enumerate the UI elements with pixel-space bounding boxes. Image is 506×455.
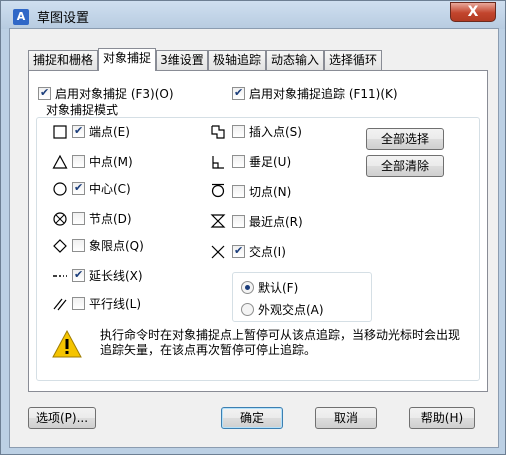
cancel-button[interactable]: 取消 (315, 407, 377, 429)
help-button[interactable]: 帮助(H) (409, 407, 475, 429)
intersection-label: 交点(I) (249, 245, 286, 259)
ok-button[interactable]: 确定 (221, 407, 283, 429)
tab-polar-tracking[interactable]: 极轴追踪 (208, 50, 266, 70)
warning-icon (52, 330, 82, 358)
close-icon: X (467, 4, 479, 20)
title-bar[interactable]: A 草图设置 X (1, 1, 505, 29)
tangent-icon (211, 183, 225, 198)
snap-modes-group-label: 对象捕捉模式 (44, 103, 121, 117)
quadrant-checkbox[interactable] (72, 239, 85, 252)
tab-object-snap[interactable]: 对象捕捉 (98, 48, 156, 71)
perpendicular-label: 垂足(U) (249, 155, 292, 169)
center-checkbox[interactable] (72, 181, 85, 195)
apparent-intersection-radio[interactable] (241, 303, 254, 316)
diamond-quadrant-icon (53, 239, 67, 253)
endpoint-checkbox[interactable] (72, 124, 85, 138)
parallel-label: 平行线(L) (89, 297, 142, 311)
drafting-app-icon: A (13, 9, 29, 25)
tangent-label: 切点(N) (249, 185, 292, 199)
triangle-midpoint-icon (52, 154, 68, 169)
node-label: 节点(D) (89, 212, 132, 226)
node-icon (53, 212, 67, 226)
extension-checkbox[interactable] (72, 268, 85, 282)
nearest-checkbox[interactable] (232, 215, 245, 228)
enable-osnap-checkbox[interactable] (38, 86, 51, 100)
default-radio-label: 默认(F) (258, 281, 299, 295)
tab-selection-cycling[interactable]: 选择循环 (324, 50, 382, 70)
perpendicular-icon (212, 156, 224, 169)
insertion-checkbox[interactable] (232, 125, 245, 138)
tab-dynamic-input[interactable]: 动态输入 (266, 50, 324, 70)
enable-tracking-checkbox[interactable] (232, 86, 245, 100)
center-label: 中心(C) (89, 182, 131, 196)
circle-center-icon (53, 182, 67, 196)
clear-all-button[interactable]: 全部清除 (366, 155, 444, 177)
select-all-button[interactable]: 全部选择 (366, 128, 444, 150)
quadrant-label: 象限点(Q) (89, 239, 144, 253)
enable-osnap-label: 启用对象捕捉 (F3)(O) (55, 87, 174, 101)
enable-tracking-label: 启用对象捕捉追踪 (F11)(K) (249, 87, 398, 101)
close-button[interactable]: X (450, 2, 496, 22)
midpoint-checkbox[interactable] (72, 155, 85, 168)
parallel-icon (53, 298, 67, 311)
parallel-checkbox[interactable] (72, 297, 85, 310)
tracking-hint-text: 执行命令时在对象捕捉点上暂停可从该点追踪，当移动光标时会出现追踪矢量，在该点再次… (100, 328, 461, 357)
intersection-checkbox[interactable] (232, 244, 245, 258)
options-button[interactable]: 选项(P)... (28, 407, 96, 429)
endpoint-label: 端点(E) (89, 125, 130, 139)
insertion-label: 插入点(S) (249, 125, 302, 139)
extension-icon (53, 275, 67, 277)
intersection-icon (211, 245, 225, 259)
apparent-intersection-radio-label: 外观交点(A) (258, 303, 324, 317)
node-checkbox[interactable] (72, 212, 85, 225)
window-title: 草图设置 (37, 11, 90, 26)
nearest-icon (210, 214, 226, 228)
extension-label: 延长线(X) (89, 269, 143, 283)
nearest-label: 最近点(R) (249, 215, 303, 229)
perpendicular-checkbox[interactable] (232, 155, 245, 168)
midpoint-label: 中点(M) (89, 155, 133, 169)
square-endpoint-icon (53, 125, 67, 139)
insertion-icon (211, 125, 225, 139)
tab-snap-grid[interactable]: 捕捉和栅格 (28, 50, 98, 70)
default-radio[interactable] (241, 281, 254, 294)
tangent-checkbox[interactable] (232, 185, 245, 198)
tab-3d-settings[interactable]: 3维设置 (156, 50, 208, 70)
